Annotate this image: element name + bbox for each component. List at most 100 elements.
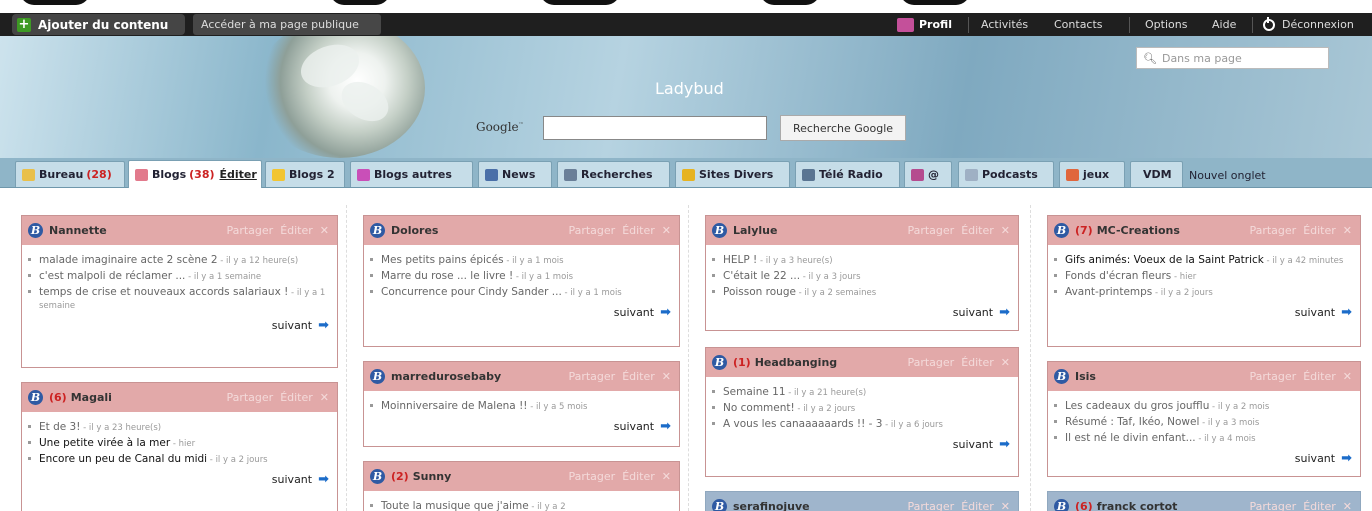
list-item[interactable]: Moinniversaire de Malena !! - il y a 5 m… bbox=[370, 400, 671, 413]
edit-link[interactable]: Éditer bbox=[961, 500, 994, 511]
widget-title[interactable]: serafinojuve bbox=[733, 500, 810, 511]
list-item[interactable]: Et de 3! - il y a 23 heure(s) bbox=[28, 421, 329, 434]
close-icon[interactable]: ✕ bbox=[1343, 500, 1352, 511]
share-link[interactable]: Partager bbox=[226, 224, 273, 237]
list-item[interactable]: c'est malpoli de réclamer ... - il y a 1… bbox=[28, 270, 329, 283]
edit-link[interactable]: Éditer bbox=[1303, 500, 1336, 511]
activities-link[interactable]: Activités bbox=[981, 14, 1028, 35]
list-item[interactable]: Fonds d'écran fleurs - hier bbox=[1054, 270, 1352, 283]
edit-link[interactable]: Éditer bbox=[622, 370, 655, 383]
widget-header[interactable]: B (6) franck cortot Partager Éditer ✕ bbox=[1048, 492, 1360, 511]
widget-title[interactable]: Sunny bbox=[413, 470, 452, 483]
post-title[interactable]: Poisson rouge bbox=[723, 286, 796, 298]
edit-link[interactable]: Éditer bbox=[961, 356, 994, 369]
post-title[interactable]: Une petite virée à la mer bbox=[39, 437, 170, 449]
share-link[interactable]: Partager bbox=[226, 391, 273, 404]
tab-podcasts[interactable]: Podcasts bbox=[958, 161, 1054, 187]
share-link[interactable]: Partager bbox=[907, 500, 954, 511]
list-item[interactable]: Mes petits pains épicés - il y a 1 mois bbox=[370, 254, 671, 267]
profile-link[interactable]: Profil bbox=[897, 14, 952, 35]
share-link[interactable]: Partager bbox=[568, 370, 615, 383]
widget-header[interactable]: B Dolores Partager Éditer ✕ bbox=[364, 216, 679, 245]
list-item[interactable]: Il est né le divin enfant... - il y a 4 … bbox=[1054, 432, 1352, 445]
close-icon[interactable]: ✕ bbox=[1001, 356, 1010, 369]
list-item[interactable]: Encore un peu de Canal du midi - il y a … bbox=[28, 453, 329, 466]
list-item[interactable]: Poisson rouge - il y a 2 semaines bbox=[712, 286, 1010, 299]
post-title[interactable]: malade imaginaire acte 2 scène 2 bbox=[39, 254, 218, 266]
widget-header[interactable]: B (7) MC-Creations Partager Éditer ✕ bbox=[1048, 216, 1360, 245]
list-item[interactable]: temps de crise et nouveaux accords salar… bbox=[28, 286, 329, 312]
post-title[interactable]: Mes petits pains épicés bbox=[381, 254, 504, 266]
share-link[interactable]: Partager bbox=[1249, 370, 1296, 383]
tab-mail[interactable]: @ bbox=[904, 161, 952, 187]
post-title[interactable]: Les cadeaux du gros joufflu bbox=[1065, 400, 1209, 412]
next-link[interactable]: suivant ➡ bbox=[36, 318, 329, 333]
widget-header[interactable]: B (1) Headbanging Partager Éditer ✕ bbox=[706, 348, 1018, 377]
tab-blogs-2[interactable]: Blogs 2 bbox=[265, 161, 345, 187]
tab-news[interactable]: News bbox=[478, 161, 552, 187]
list-item[interactable]: Marre du rose ... le livre ! - il y a 1 … bbox=[370, 270, 671, 283]
widget-title[interactable]: Magali bbox=[71, 391, 112, 404]
next-link[interactable]: suivant ➡ bbox=[1062, 451, 1352, 466]
share-link[interactable]: Partager bbox=[1249, 500, 1296, 511]
post-title[interactable]: c'est malpoli de réclamer ... bbox=[39, 270, 185, 282]
post-title[interactable]: Marre du rose ... le livre ! bbox=[381, 270, 513, 282]
close-icon[interactable]: ✕ bbox=[662, 224, 671, 237]
tab-blogs[interactable]: Blogs (38) Éditer bbox=[128, 160, 262, 188]
google-search-button[interactable]: Recherche Google bbox=[780, 115, 906, 141]
post-title[interactable]: Avant-printemps bbox=[1065, 286, 1152, 298]
close-icon[interactable]: ✕ bbox=[320, 391, 329, 404]
next-link[interactable]: suivant ➡ bbox=[378, 305, 671, 320]
edit-link[interactable]: Éditer bbox=[1303, 224, 1336, 237]
logout-link[interactable]: Déconnexion bbox=[1263, 14, 1354, 35]
tab-vdm[interactable]: VDM bbox=[1130, 161, 1183, 187]
close-icon[interactable]: ✕ bbox=[1001, 224, 1010, 237]
share-link[interactable]: Partager bbox=[1249, 224, 1296, 237]
post-title[interactable]: Résumé : Taf, Ikéo, Nowel bbox=[1065, 416, 1199, 428]
tab-sites-divers[interactable]: Sites Divers bbox=[675, 161, 790, 187]
new-tab-link[interactable]: Nouvel onglet bbox=[1189, 169, 1266, 182]
list-item[interactable]: Résumé : Taf, Ikéo, Nowel - il y a 3 moi… bbox=[1054, 416, 1352, 429]
widget-header[interactable]: B Nannette Partager Éditer ✕ bbox=[22, 216, 337, 245]
options-link[interactable]: Options bbox=[1145, 14, 1187, 35]
next-link[interactable]: suivant ➡ bbox=[378, 419, 671, 434]
edit-link[interactable]: Éditer bbox=[622, 470, 655, 483]
widget-title[interactable]: franck cortot bbox=[1097, 500, 1178, 511]
post-title[interactable]: Fonds d'écran fleurs bbox=[1065, 270, 1171, 282]
share-link[interactable]: Partager bbox=[568, 224, 615, 237]
post-title[interactable]: Moinniversaire de Malena !! bbox=[381, 400, 528, 412]
edit-link[interactable]: Éditer bbox=[622, 224, 655, 237]
widget-title[interactable]: Isis bbox=[1075, 370, 1096, 383]
close-icon[interactable]: ✕ bbox=[662, 370, 671, 383]
help-link[interactable]: Aide bbox=[1212, 14, 1236, 35]
edit-link[interactable]: Éditer bbox=[280, 391, 313, 404]
post-title[interactable]: No comment! bbox=[723, 402, 795, 414]
widget-title[interactable]: Headbanging bbox=[755, 356, 837, 369]
post-title[interactable]: Concurrence pour Cindy Sander ... bbox=[381, 286, 562, 298]
post-title[interactable]: Toute la musique que j'aime bbox=[381, 500, 529, 511]
list-item[interactable]: Avant-printemps - il y a 2 jours bbox=[1054, 286, 1352, 299]
tab-jeux[interactable]: jeux bbox=[1059, 161, 1125, 187]
list-item[interactable]: malade imaginaire acte 2 scène 2 - il y … bbox=[28, 254, 329, 267]
post-title[interactable]: Encore un peu de Canal du midi bbox=[39, 453, 207, 465]
tab-edit-link[interactable]: Éditer bbox=[220, 168, 257, 181]
post-title[interactable]: A vous les canaaaaaards !! - 3 bbox=[723, 418, 882, 430]
next-link[interactable]: suivant ➡ bbox=[720, 305, 1010, 320]
widget-title[interactable]: Lalylue bbox=[733, 224, 777, 237]
post-title[interactable]: Il est né le divin enfant... bbox=[1065, 432, 1196, 444]
edit-link[interactable]: Éditer bbox=[280, 224, 313, 237]
list-item[interactable]: Gifs animés: Voeux de la Saint Patrick -… bbox=[1054, 254, 1352, 267]
tab-tele-radio[interactable]: Télé Radio bbox=[795, 161, 900, 187]
close-icon[interactable]: ✕ bbox=[662, 470, 671, 483]
list-item[interactable]: Une petite virée à la mer - hier bbox=[28, 437, 329, 450]
widget-title[interactable]: Dolores bbox=[391, 224, 438, 237]
edit-link[interactable]: Éditer bbox=[961, 224, 994, 237]
page-search-input[interactable]: 🔍︎ Dans ma page bbox=[1136, 47, 1329, 69]
next-link[interactable]: suivant ➡ bbox=[720, 437, 1010, 452]
next-link[interactable]: suivant ➡ bbox=[36, 472, 329, 487]
list-item[interactable]: Semaine 11 - il y a 21 heure(s) bbox=[712, 386, 1010, 399]
list-item[interactable]: Concurrence pour Cindy Sander ... - il y… bbox=[370, 286, 671, 299]
widget-header[interactable]: Bmarredurosebaby Partager Éditer ✕ bbox=[364, 362, 679, 391]
widget-title[interactable]: MC-Creations bbox=[1097, 224, 1180, 237]
widget-header[interactable]: Bserafinojuve Partager Éditer ✕ bbox=[706, 492, 1018, 511]
